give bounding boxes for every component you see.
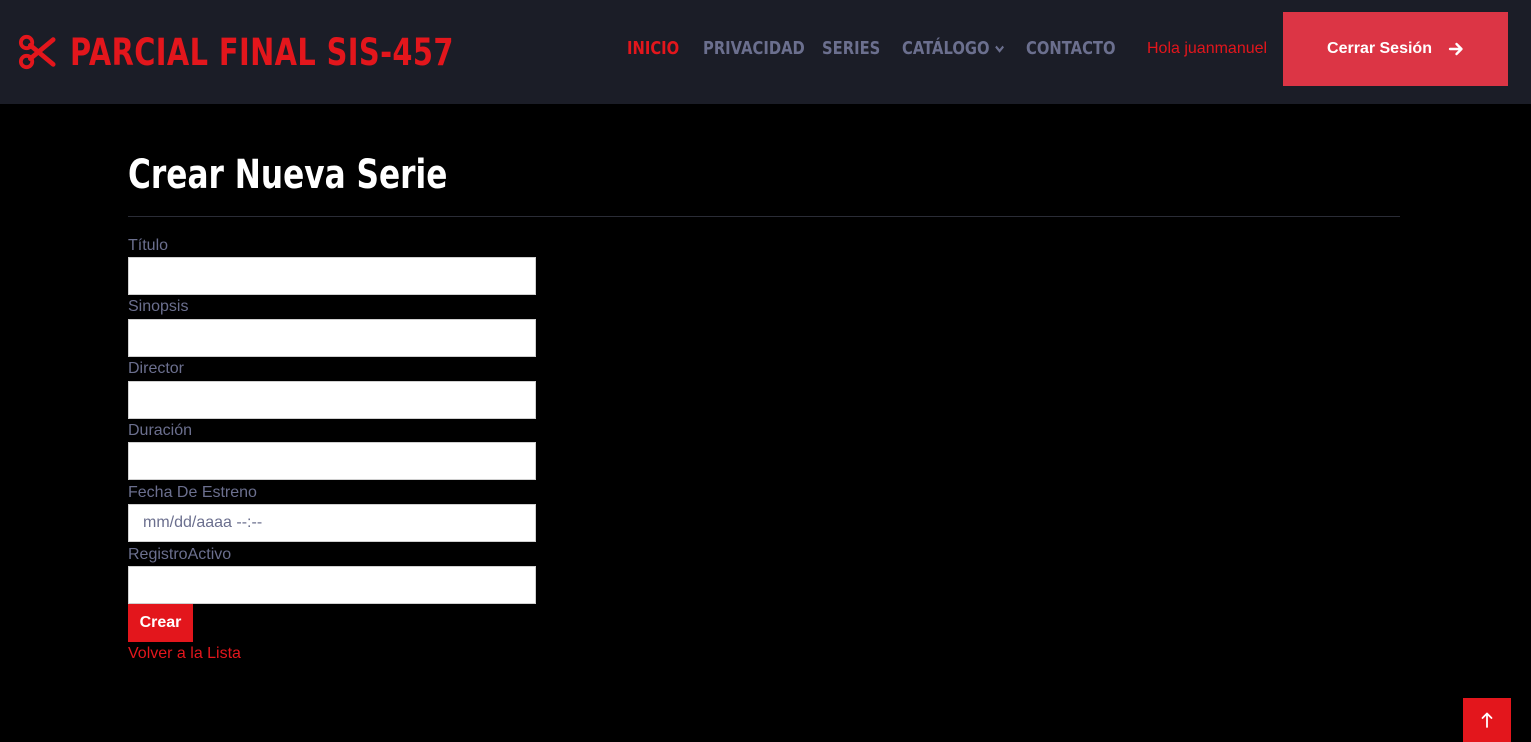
sinopsis-input[interactable] — [128, 319, 536, 357]
page-title: Crear Nueva Serie — [128, 152, 448, 198]
top-navbar: PARCIAL FINAL SIS-457 INICIO PRIVACIDAD … — [0, 0, 1531, 104]
registro-activo-label: RegistroActivo — [128, 546, 232, 563]
duracion-input[interactable] — [128, 442, 536, 480]
scissors-icon — [18, 34, 56, 70]
nav-item-series[interactable]: SERIES — [822, 36, 880, 62]
registro-activo-input[interactable] — [128, 566, 536, 604]
nav-item-catalogo[interactable]: CATÁLOGO — [902, 36, 1004, 62]
logout-button[interactable]: Cerrar Sesión — [1283, 12, 1508, 86]
arrow-right-icon — [1448, 42, 1463, 56]
director-label: Director — [128, 360, 185, 377]
arrow-up-icon — [1481, 712, 1493, 728]
crear-button[interactable]: Crear — [128, 604, 193, 642]
nav-item-contacto[interactable]: CONTACTO — [1026, 36, 1116, 62]
duracion-label: Duración — [128, 422, 193, 439]
brand-title: PARCIAL FINAL SIS-457 — [70, 30, 454, 74]
nav-item-catalogo-label: CATÁLOGO — [902, 38, 990, 59]
logout-button-label: Cerrar Sesión — [1327, 40, 1432, 57]
fecha-estreno-label: Fecha De Estreno — [128, 484, 257, 501]
fecha-estreno-input[interactable] — [128, 504, 536, 542]
sinopsis-label: Sinopsis — [128, 298, 189, 315]
titulo-input[interactable] — [128, 257, 536, 295]
brand-link[interactable]: PARCIAL FINAL SIS-457 — [18, 26, 562, 78]
back-to-list-link[interactable]: Volver a la Lista — [128, 644, 241, 664]
scroll-to-top-button[interactable] — [1463, 698, 1511, 742]
nav-item-privacidad[interactable]: PRIVACIDAD — [703, 36, 805, 62]
title-divider — [128, 216, 1400, 217]
nav-item-inicio[interactable]: INICIO — [627, 36, 679, 62]
titulo-label: Título — [128, 237, 169, 254]
chevron-down-icon — [995, 45, 1004, 53]
user-greeting: Hola juanmanuel — [1147, 40, 1268, 57]
director-input[interactable] — [128, 381, 536, 419]
